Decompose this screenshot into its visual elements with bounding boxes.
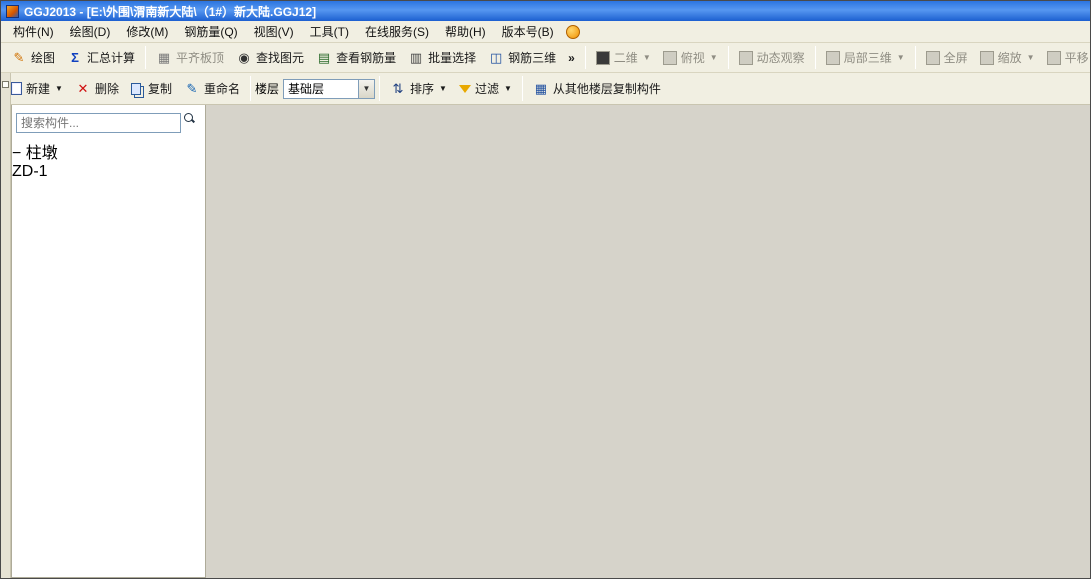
chevron-down-icon: ▼ xyxy=(503,84,512,93)
copy-from-other-floor-button[interactable]: ▦ 从其他楼层复制构件 xyxy=(527,76,667,101)
rename-icon: ✎ xyxy=(186,81,198,96)
tree-item-label[interactable]: ZD-1 xyxy=(12,163,48,180)
menu-tools[interactable]: 工具(T) xyxy=(302,20,357,43)
orbit-button[interactable]: 动态观察 xyxy=(733,45,811,70)
align-slab-top-button[interactable]: ▦ 平齐板顶 xyxy=(150,45,230,70)
filter-icon xyxy=(458,84,471,93)
component-toolbar: 新建▼ ✕ 删除 复制 ✎ 重命名 楼层 基础层 ▼ ⇅ 排序▼ 过滤▼ xyxy=(1,73,1090,105)
select-icon: ▥ xyxy=(409,50,423,65)
toolbar-separator xyxy=(584,46,586,69)
delete-icon: ✕ xyxy=(77,81,89,96)
copy-floor-icon: ▦ xyxy=(534,81,548,96)
toolbar-overflow-button[interactable]: » xyxy=(562,47,581,69)
window-title: GGJ2013 - [E:\外围\渭南新大陆\（1#）新大陆.GGJ12] xyxy=(24,4,317,19)
collapse-icon[interactable]: − xyxy=(12,145,21,162)
orbit-icon xyxy=(738,50,753,65)
cube-icon: ◫ xyxy=(489,50,503,65)
chevron-down-icon: ▼ xyxy=(642,53,651,62)
floor-label: 楼层 xyxy=(254,82,279,96)
menu-rebar[interactable]: 钢筋量(Q) xyxy=(176,20,245,43)
sigma-icon: Σ xyxy=(71,50,79,65)
floor-combobox-value: 基础层 xyxy=(288,82,325,96)
new-button[interactable]: 新建 ▼ xyxy=(5,76,69,101)
dock-strip xyxy=(1,73,11,578)
toolbar-separator xyxy=(145,46,147,69)
view-2d-icon xyxy=(595,50,610,65)
toolbar-separator xyxy=(727,46,729,69)
search-row xyxy=(12,105,205,139)
top-view-button[interactable]: 俯视 ▼ xyxy=(657,45,724,70)
menu-version[interactable]: 版本号(B) xyxy=(494,20,562,43)
menu-view[interactable]: 视图(V) xyxy=(246,20,302,43)
view-2d-button[interactable]: 二维 ▼ xyxy=(590,45,657,70)
chevron-down-icon: ▼ xyxy=(55,84,63,93)
dock-pin-icon[interactable] xyxy=(2,81,9,88)
search-button[interactable] xyxy=(184,113,201,133)
draw-button[interactable]: ✎ 绘图 xyxy=(5,45,61,70)
chevron-down-icon: ▼ xyxy=(709,53,718,62)
application-window: GGJ2013 - [E:\外围\渭南新大陆\（1#）新大陆.GGJ12] 构件… xyxy=(0,0,1091,579)
search-input[interactable] xyxy=(16,113,181,133)
full-screen-icon xyxy=(925,50,940,65)
new-document-icon xyxy=(11,82,22,95)
find-element-button[interactable]: ◉ 查找图元 xyxy=(230,45,310,70)
view-rebar-qty-button[interactable]: ▤ 查看钢筋量 xyxy=(310,45,402,70)
align-slab-icon: ▦ xyxy=(157,50,171,65)
summary-calc-button[interactable]: Σ 汇总计算 xyxy=(61,45,141,70)
batch-select-button[interactable]: ▥ 批量选择 xyxy=(402,45,482,70)
menu-component[interactable]: 构件(N) xyxy=(5,20,62,43)
filter-button[interactable]: 过滤 ▼ xyxy=(453,76,518,101)
chevron-down-icon: ▼ xyxy=(439,84,447,93)
sort-icon: ⇅ xyxy=(392,81,404,96)
tree-root-label: 柱墩 xyxy=(25,145,58,162)
copy-icon xyxy=(130,82,141,95)
menu-online[interactable]: 在线服务(S) xyxy=(357,20,437,43)
chevron-down-icon: ▼ xyxy=(896,53,905,62)
pan-button[interactable]: 平移▼ xyxy=(1041,45,1090,70)
chevron-down-icon: ▼ xyxy=(1026,53,1035,62)
floor-combobox[interactable]: 基础层 ▼ xyxy=(283,78,375,99)
toolbar-separator xyxy=(249,76,251,101)
zoom-button[interactable]: 缩放 ▼ xyxy=(974,45,1041,70)
app-icon xyxy=(6,4,19,18)
pencil-icon: ✎ xyxy=(13,50,25,65)
combobox-dropdown-button[interactable]: ▼ xyxy=(358,79,374,98)
menu-modify[interactable]: 修改(M) xyxy=(118,20,176,43)
copy-button[interactable]: 复制 xyxy=(125,76,178,101)
local-3d-icon xyxy=(825,50,840,65)
main-toolbar: ✎ 绘图 Σ 汇总计算 ▦ 平齐板顶 ◉ 查找图元 ▤ 查看钢筋量 ▥ 批量选择… xyxy=(1,43,1090,73)
toolbar-separator xyxy=(379,76,380,101)
delete-button[interactable]: ✕ 删除 xyxy=(69,76,125,101)
rebar-table-icon: ▤ xyxy=(317,50,331,65)
menu-bar: 构件(N) 绘图(D) 修改(M) 钢筋量(Q) 视图(V) 工具(T) 在线服… xyxy=(1,21,1090,43)
toolbar-separator xyxy=(814,46,816,69)
top-view-icon xyxy=(662,50,677,65)
component-tree-panel: − 柱墩 ZD-1 xyxy=(11,105,206,578)
pan-icon xyxy=(1046,50,1061,65)
tree-node-zd1[interactable]: ZD-1 xyxy=(12,163,205,181)
binoculars-icon: ◉ xyxy=(238,50,250,65)
menu-draw[interactable]: 绘图(D) xyxy=(62,20,119,43)
toolbar-separator xyxy=(521,76,523,101)
rename-button[interactable]: ✎ 重命名 xyxy=(178,76,246,101)
sort-button[interactable]: ⇅ 排序 ▼ xyxy=(384,76,453,101)
full-screen-button[interactable]: 全屏 xyxy=(920,45,974,70)
component-tree: − 柱墩 ZD-1 xyxy=(12,139,205,181)
local-3d-button[interactable]: 局部三维 ▼ xyxy=(820,45,911,70)
rebar-3d-button[interactable]: ◫ 钢筋三维 xyxy=(482,45,562,70)
title-bar[interactable]: GGJ2013 - [E:\外围\渭南新大陆\（1#）新大陆.GGJ12] xyxy=(1,1,1090,21)
toolbar-separator xyxy=(914,46,916,69)
zoom-icon xyxy=(979,50,994,65)
menu-help[interactable]: 帮助(H) xyxy=(437,20,494,43)
promo-icon[interactable] xyxy=(565,24,580,39)
tree-node-root[interactable]: − 柱墩 xyxy=(12,139,205,163)
